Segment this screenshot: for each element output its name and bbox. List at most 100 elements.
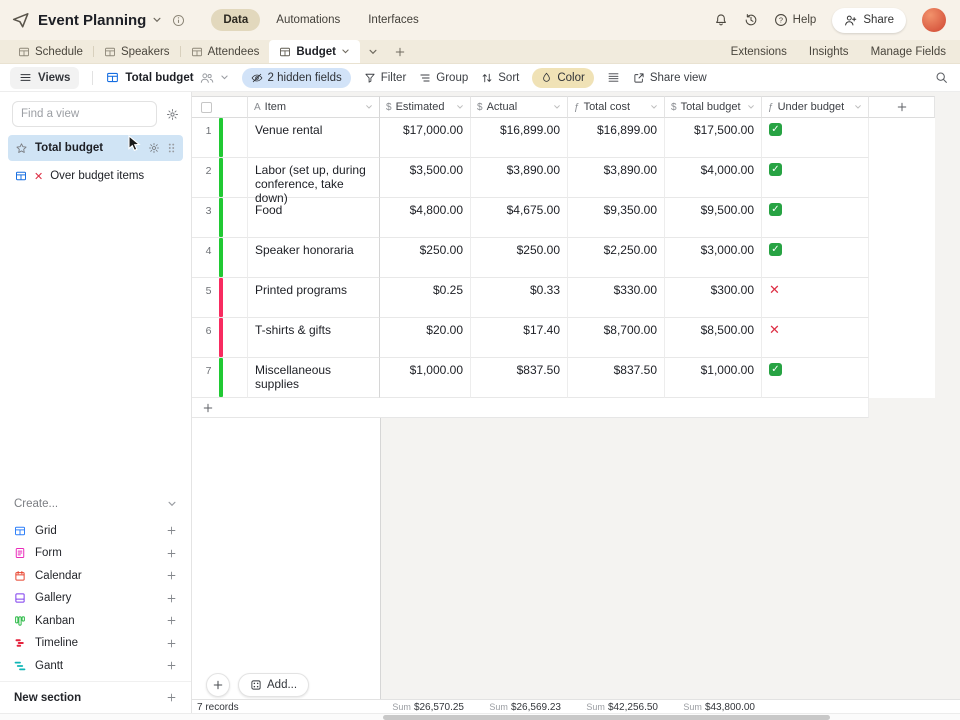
base-logo-icon[interactable] (12, 11, 30, 29)
cell-total-budget[interactable]: $4,000.00 (665, 158, 762, 198)
sidebar-view-over-budget[interactable]: ✕ Over budget items (8, 163, 183, 189)
row-number-cell[interactable]: 3 (192, 198, 248, 238)
base-title-chevron-icon[interactable] (152, 15, 162, 25)
cell-under-budget[interactable]: ✓ (762, 238, 869, 278)
chevron-down-icon[interactable] (553, 103, 561, 111)
chevron-down-icon[interactable] (747, 103, 755, 111)
table-row[interactable]: 6 T-shirts & gifts $20.00 $17.40 $8,700.… (192, 318, 935, 358)
cell-under-budget[interactable]: ✓ (762, 198, 869, 238)
info-icon[interactable] (172, 14, 185, 27)
table-row[interactable]: 3 Food $4,800.00 $4,675.00 $9,350.00 $9,… (192, 198, 935, 238)
cell-item[interactable]: T-shirts & gifts (248, 318, 380, 358)
cell-estimated[interactable]: $0.25 (380, 278, 471, 318)
row-number-cell[interactable]: 7 (192, 358, 248, 398)
plus-icon[interactable] (166, 525, 177, 536)
create-timeline-item[interactable]: Timeline (0, 632, 191, 655)
row-number-cell[interactable]: 2 (192, 158, 248, 198)
cell-under-budget[interactable]: ✕ (762, 278, 869, 318)
cell-total-cost[interactable]: $330.00 (568, 278, 665, 318)
share-view-button[interactable]: Share view (633, 72, 707, 84)
cell-item[interactable]: Labor (set up, during conference, take d… (248, 158, 380, 205)
sum-actual[interactable]: Sum $26,569.23 (471, 702, 568, 713)
sum-total-cost[interactable]: Sum $42,256.50 (568, 702, 665, 713)
add-table-icon[interactable] (386, 40, 414, 63)
cell-total-cost[interactable]: $2,250.00 (568, 238, 665, 278)
table-row[interactable]: 1 Venue rental $17,000.00 $16,899.00 $16… (192, 118, 935, 158)
cell-total-budget[interactable]: $17,500.00 (665, 118, 762, 158)
history-icon[interactable] (744, 13, 758, 27)
cell-total-cost[interactable]: $16,899.00 (568, 118, 665, 158)
create-calendar-item[interactable]: Calendar (0, 565, 191, 588)
hidden-fields-button[interactable]: 2 hidden fields (241, 67, 351, 88)
table-row[interactable]: 4 Speaker honoraria $250.00 $250.00 $2,2… (192, 238, 935, 278)
scrollbar-thumb[interactable] (383, 715, 830, 720)
column-header-under-budget[interactable]: ƒ Under budget (762, 96, 869, 118)
search-icon[interactable] (935, 71, 948, 84)
cell-total-budget[interactable]: $9,500.00 (665, 198, 762, 238)
row-height-button[interactable] (607, 71, 620, 84)
sidebar-view-total-budget[interactable]: Total budget (8, 135, 183, 161)
cell-item[interactable]: Venue rental (248, 118, 380, 158)
create-kanban-item[interactable]: Kanban (0, 610, 191, 633)
table-tab-schedule[interactable]: Schedule (8, 40, 93, 63)
find-view-input[interactable] (12, 101, 157, 127)
cell-total-cost[interactable]: $9,350.00 (568, 198, 665, 238)
plus-icon[interactable] (166, 638, 177, 649)
view-settings-gear-icon[interactable] (166, 108, 179, 121)
cell-under-budget[interactable]: ✓ (762, 358, 869, 398)
group-button[interactable]: Group (419, 72, 468, 84)
cell-estimated[interactable]: $1,000.00 (380, 358, 471, 398)
chevron-down-icon[interactable] (650, 103, 658, 111)
table-row[interactable]: 2 Labor (set up, during conference, take… (192, 158, 935, 205)
cell-actual[interactable]: $4,675.00 (471, 198, 568, 238)
cell-actual[interactable]: $0.33 (471, 278, 568, 318)
chevron-down-icon[interactable] (854, 103, 862, 111)
views-button[interactable]: Views (10, 66, 80, 89)
cell-item[interactable]: Speaker honoraria (248, 238, 380, 278)
create-grid-item[interactable]: Grid (0, 520, 191, 543)
drag-handle-icon[interactable] (167, 142, 176, 154)
base-title[interactable]: Event Planning (38, 12, 146, 29)
create-gantt-item[interactable]: Gantt (0, 655, 191, 678)
add-records-button[interactable]: Add... (238, 673, 310, 697)
plus-icon[interactable] (166, 593, 177, 604)
cell-total-cost[interactable]: $8,700.00 (568, 318, 665, 358)
column-header-item[interactable]: A Item (248, 96, 380, 118)
cell-actual[interactable]: $17.40 (471, 318, 568, 358)
view-gear-icon[interactable] (148, 142, 160, 154)
cell-actual[interactable]: $3,890.00 (471, 158, 568, 198)
new-section-button[interactable]: New section (0, 681, 191, 713)
header-checkbox-cell[interactable] (192, 96, 248, 118)
tab-automations[interactable]: Automations (264, 9, 352, 31)
cell-total-budget[interactable]: $300.00 (665, 278, 762, 318)
cell-estimated[interactable]: $17,000.00 (380, 118, 471, 158)
add-record-round-button[interactable] (206, 673, 230, 697)
help-button[interactable]: ? Help (774, 13, 816, 27)
chevron-down-icon[interactable] (341, 47, 350, 56)
column-header-total-cost[interactable]: ƒ Total cost (568, 96, 665, 118)
cell-total-cost[interactable]: $837.50 (568, 358, 665, 398)
cell-estimated[interactable]: $4,800.00 (380, 198, 471, 238)
color-button[interactable]: Color (532, 67, 594, 88)
horizontal-scrollbar[interactable] (0, 713, 960, 720)
cell-item[interactable]: Food (248, 198, 380, 238)
extensions-link[interactable]: Extensions (731, 46, 787, 58)
cell-total-budget[interactable]: $3,000.00 (665, 238, 762, 278)
insights-link[interactable]: Insights (809, 46, 849, 58)
cell-under-budget[interactable]: ✕ (762, 318, 869, 358)
cell-actual[interactable]: $837.50 (471, 358, 568, 398)
column-header-estimated[interactable]: $ Estimated (380, 96, 471, 118)
table-tab-attendees[interactable]: Attendees (181, 40, 270, 63)
share-button[interactable]: Share (832, 7, 906, 33)
cell-actual[interactable]: $250.00 (471, 238, 568, 278)
cell-under-budget[interactable]: ✓ (762, 118, 869, 158)
sum-estimated[interactable]: Sum $26,570.25 (380, 702, 471, 713)
create-header[interactable]: Create... (0, 490, 191, 520)
create-form-item[interactable]: Form (0, 542, 191, 565)
create-gallery-item[interactable]: Gallery (0, 587, 191, 610)
sort-button[interactable]: Sort (481, 72, 519, 84)
select-all-checkbox[interactable] (201, 101, 212, 113)
table-list-chevron-icon[interactable] (360, 40, 386, 63)
filter-button[interactable]: Filter (364, 72, 406, 84)
column-header-total-budget[interactable]: $ Total budget (665, 96, 762, 118)
